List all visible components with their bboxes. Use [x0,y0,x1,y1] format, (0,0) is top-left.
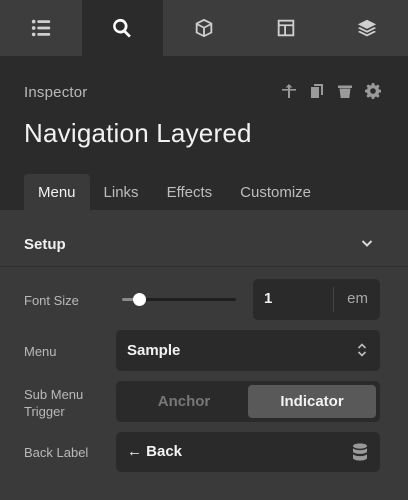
duplicate-icon [311,84,323,98]
tab-customize[interactable]: Customize [226,174,325,210]
section-title[interactable]: Setup [24,236,66,253]
layout-icon [277,19,294,37]
section-divider [0,266,408,267]
unit-separator [333,287,334,312]
element-title: Navigation Layered [24,118,252,148]
inspector-tabs: Menu Links Effects Customize [24,174,325,210]
font-size-value: 1 [264,290,273,307]
header-actions [280,82,382,100]
tab-structure[interactable] [0,0,82,56]
duplicate-button[interactable] [308,82,326,100]
list-icon [31,19,50,37]
chevron-down-icon [361,240,373,247]
sub-menu-trigger-label: Sub Menu Trigger [24,387,84,419]
font-size-slider-handle[interactable] [132,293,146,306]
move-up-icon [282,84,296,98]
delete-button[interactable] [336,82,354,100]
gear-icon [365,83,381,99]
inspector-label: Inspector [24,84,88,101]
tab-inspector[interactable] [81,0,164,56]
dynamic-content-button[interactable] [352,443,368,461]
menu-select-value: Sample [127,342,181,359]
tab-layers[interactable] [326,0,408,56]
font-size-label: Font Size [24,293,79,308]
back-label-value: ← Back [127,443,183,460]
inspector-header: Inspector Navigation Layered Menu Links … [0,56,408,210]
settings-button[interactable] [364,82,382,100]
menu-select[interactable]: Sample [116,330,380,371]
trash-icon [338,85,352,98]
font-size-input[interactable]: 1 em [253,279,380,320]
tab-effects[interactable]: Effects [153,174,227,210]
font-size-unit[interactable]: em [347,290,368,307]
tab-menu[interactable]: Menu [24,174,90,210]
collapse-toggle[interactable] [360,236,374,250]
database-icon [353,443,367,461]
layers-icon [358,19,377,37]
tab-layout[interactable] [245,0,327,56]
trigger-option-anchor[interactable]: Anchor [120,385,248,418]
menu-label: Menu [24,344,57,359]
move-up-button[interactable] [280,82,298,100]
tab-links[interactable]: Links [90,174,153,210]
tab-elements[interactable] [163,0,245,56]
top-toolbar [0,0,408,56]
select-arrows-icon [356,342,368,358]
back-label-label: Back Label [24,445,89,460]
search-icon [113,18,132,38]
back-label-input[interactable]: ← Back [116,432,380,472]
cube-icon [195,18,213,38]
sub-menu-trigger-toggle: Anchor Indicator [116,381,380,422]
setup-panel: Setup Font Size 1 em Menu Sample Sub Men… [0,210,408,500]
trigger-option-indicator[interactable]: Indicator [248,385,376,418]
